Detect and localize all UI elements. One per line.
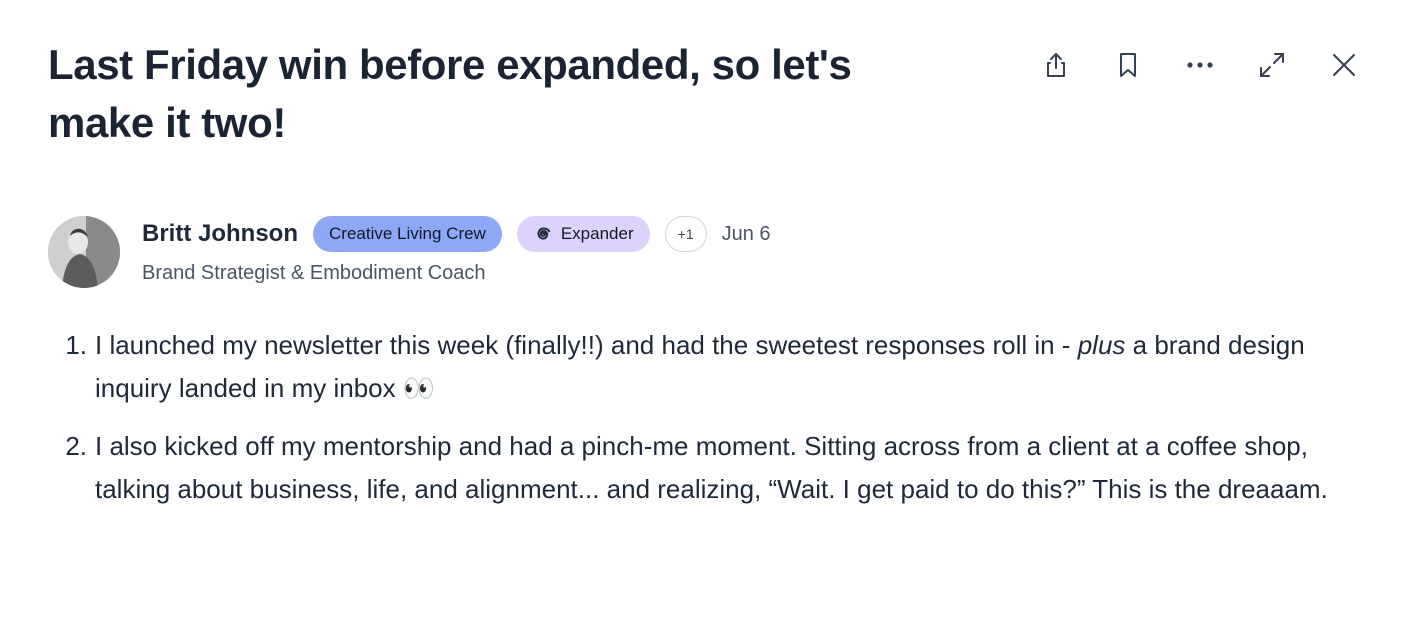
post-body: 1. I launched my newsletter this week (f… <box>48 324 1378 526</box>
author-row: Britt Johnson Creative Living Crew Expan… <box>48 216 771 288</box>
avatar[interactable] <box>48 216 120 288</box>
author-role: Brand Strategist & Embodiment Coach <box>142 262 486 284</box>
list-item-number: 2. <box>65 431 87 461</box>
list-item: 2. I also kicked off my mentorship and h… <box>48 425 1378 511</box>
more-options-button[interactable] <box>1176 44 1224 86</box>
bookmark-icon <box>1120 53 1136 77</box>
author-name[interactable]: Britt Johnson <box>142 220 298 248</box>
author-info: Britt Johnson Creative Living Crew Expan… <box>142 216 771 288</box>
expand-icon <box>1260 53 1284 77</box>
avatar-photo <box>48 216 120 288</box>
post-title: Last Friday win before expanded, so let'… <box>48 41 852 146</box>
list-item-text-before: I also kicked off my mentorship and had … <box>95 431 1328 504</box>
expand-button[interactable] <box>1248 44 1296 86</box>
list-item: 1. I launched my newsletter this week (f… <box>48 324 1378 410</box>
close-button[interactable] <box>1320 44 1368 86</box>
bookmark-button[interactable] <box>1104 44 1152 86</box>
crew-badge[interactable]: Creative Living Crew <box>313 216 502 252</box>
share-button[interactable] <box>1032 44 1080 86</box>
post-date: Jun 6 <box>721 222 771 245</box>
expander-badge-label: Expander <box>560 224 634 243</box>
list-item-number: 1. <box>65 330 87 360</box>
more-icon <box>1187 62 1213 68</box>
list-item-text: I launched my newsletter this week (fina… <box>95 324 1378 410</box>
author-name-line: Britt Johnson Creative Living Crew Expan… <box>142 216 771 252</box>
close-icon <box>1333 54 1355 76</box>
more-badges-button[interactable]: +1 <box>664 216 707 252</box>
post-list: 1. I launched my newsletter this week (f… <box>48 324 1378 511</box>
post-modal: Last Friday win before expanded, so let'… <box>0 0 1422 624</box>
spiral-icon <box>537 227 551 240</box>
list-item-text: I also kicked off my mentorship and had … <box>95 425 1378 511</box>
post-toolbar <box>1032 44 1368 86</box>
share-icon <box>1047 53 1065 77</box>
list-item-text-before: I launched my newsletter this week (fina… <box>95 330 1078 360</box>
list-item-emphasis: plus <box>1077 330 1126 360</box>
expander-badge[interactable]: Expander <box>516 216 650 252</box>
